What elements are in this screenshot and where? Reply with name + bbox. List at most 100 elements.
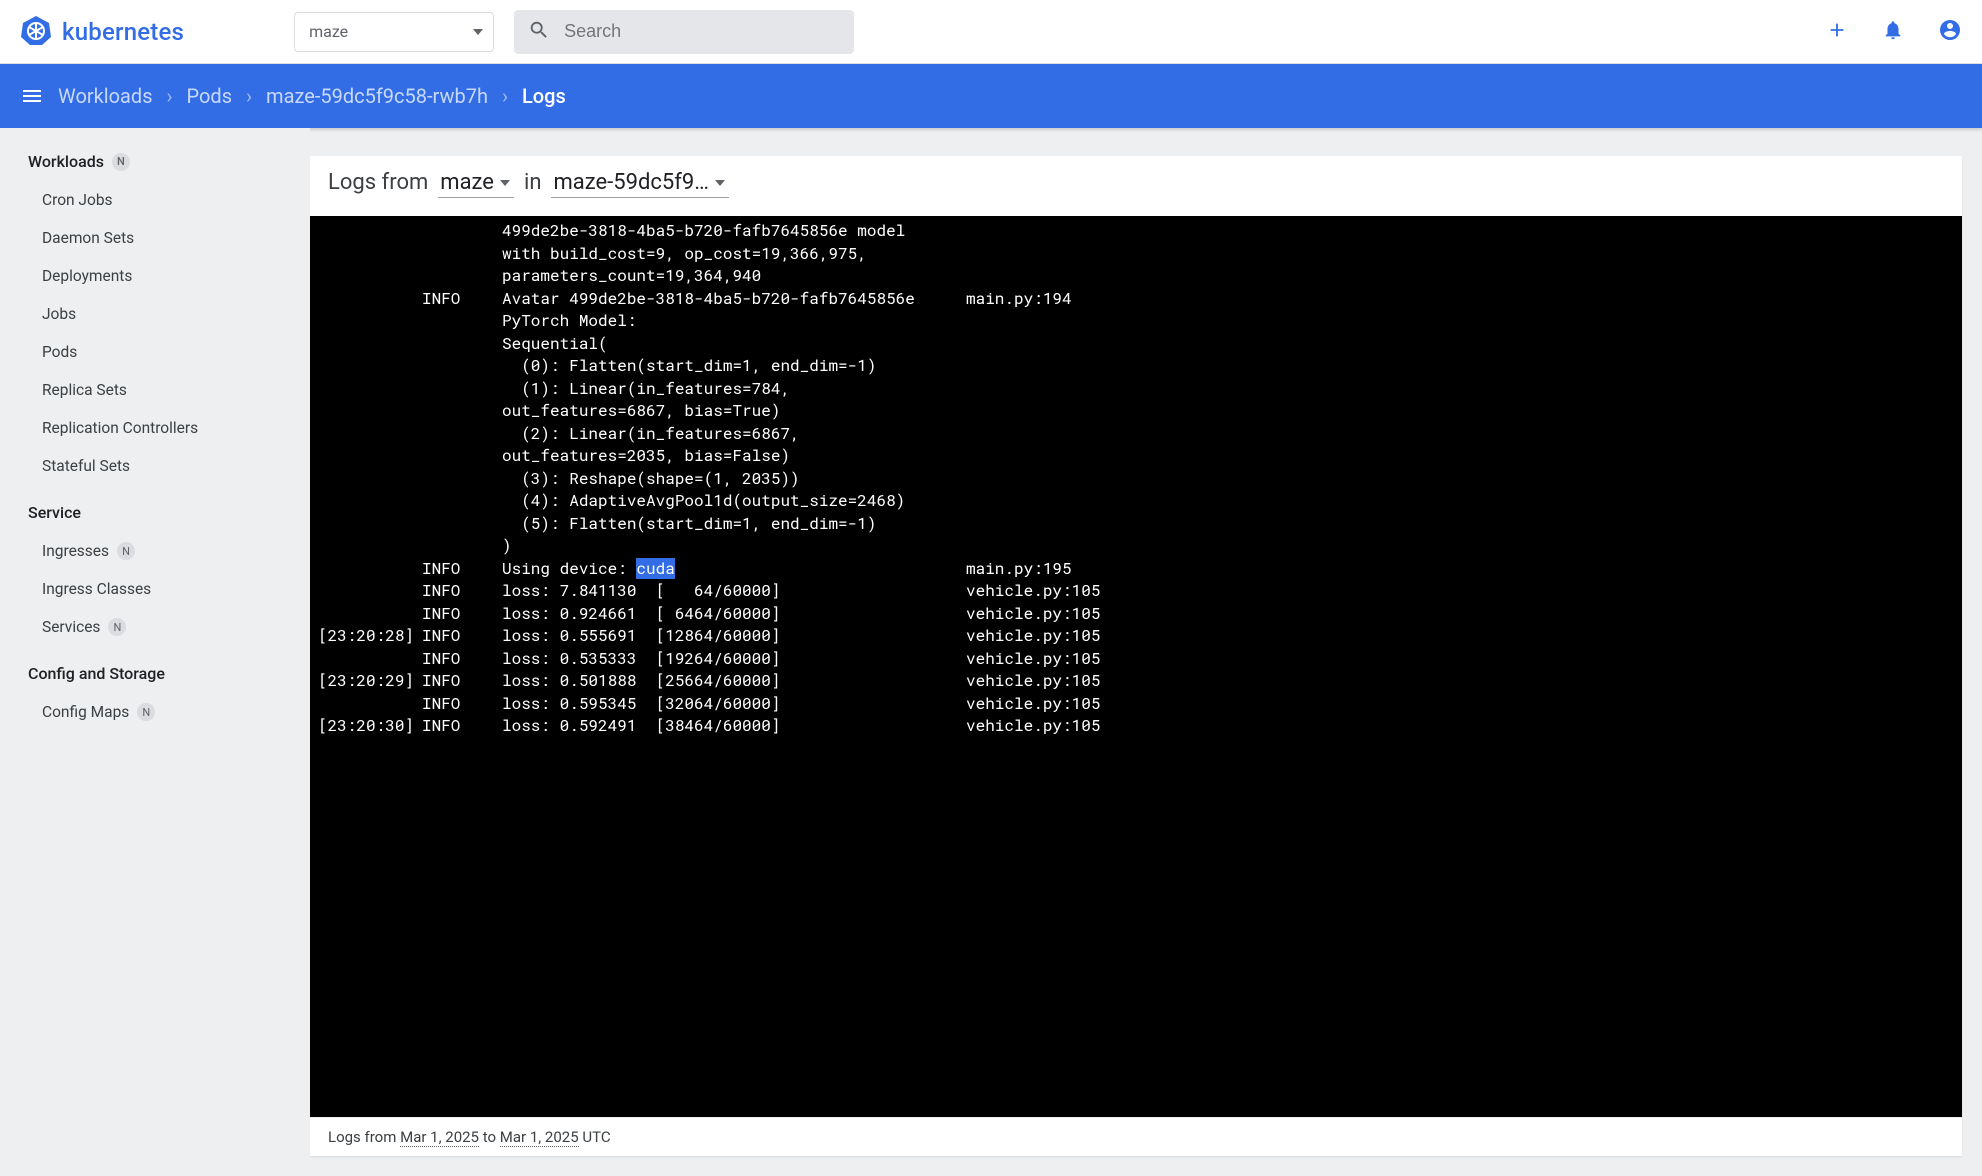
app-bar: kubernetes maze — [0, 0, 1982, 64]
logs-from-label: Logs from — [328, 170, 428, 195]
log-timestamp — [318, 220, 422, 288]
chevron-right-icon: › — [167, 84, 173, 108]
sidebar-item-label: Pods — [42, 343, 77, 361]
log-timestamp — [318, 648, 422, 671]
sidebar-section-title[interactable]: Workloads N — [28, 152, 294, 171]
log-level: INFO — [422, 603, 502, 626]
sidebar-section-title[interactable]: Service — [28, 503, 294, 522]
user-icon[interactable] — [1938, 18, 1962, 46]
crumb-1[interactable]: Pods — [187, 84, 233, 108]
sidebar-item[interactable]: Deployments — [28, 257, 294, 295]
hamburger-icon[interactable] — [20, 84, 44, 108]
log-source: main.py:194 — [946, 288, 1072, 558]
namespace-selected: maze — [309, 22, 348, 41]
sidebar-item-label: Daemon Sets — [42, 229, 134, 247]
log-source: vehicle.py:105 — [946, 580, 1100, 603]
log-level: INFO — [422, 693, 502, 716]
log-message: loss: 0.592491 [38464/60000] — [502, 715, 946, 738]
log-source: vehicle.py:105 — [946, 648, 1100, 671]
log-message: Avatar 499de2be-3818-4ba5-b720-fafb76458… — [502, 288, 946, 558]
log-row: INFOUsing device: cudamain.py:195 — [318, 558, 1954, 581]
logs-card: Logs from maze in maze-59dc5f9… 499de2be… — [310, 156, 1962, 1156]
log-source: main.py:195 — [946, 558, 1072, 581]
sidebar-item[interactable]: ServicesN — [28, 608, 294, 646]
sidebar-item[interactable]: Jobs — [28, 295, 294, 333]
log-message: loss: 0.595345 [32064/60000] — [502, 693, 946, 716]
sidebar-section-title[interactable]: Config and Storage — [28, 664, 294, 683]
sidebar-item[interactable]: Daemon Sets — [28, 219, 294, 257]
namespace-badge: N — [112, 153, 130, 171]
log-source: vehicle.py:105 — [946, 693, 1100, 716]
search-input[interactable] — [564, 21, 840, 42]
kubernetes-logo-icon — [20, 14, 52, 50]
sidebar-item[interactable]: Ingress Classes — [28, 570, 294, 608]
chevron-down-icon — [500, 180, 510, 186]
sidebar-item-label: Config Maps — [42, 703, 129, 721]
log-message: loss: 0.924661 [ 6464/60000] — [502, 603, 946, 626]
bell-icon[interactable] — [1882, 19, 1904, 45]
log-timestamp — [318, 693, 422, 716]
log-timestamp: [23:20:29] — [318, 670, 422, 693]
sidebar-item[interactable]: Replication Controllers — [28, 409, 294, 447]
log-timestamp — [318, 288, 422, 558]
log-message: loss: 7.841130 [ 64/60000] — [502, 580, 946, 603]
sidebar-item-label: Cron Jobs — [42, 191, 113, 209]
sidebar-item[interactable]: Stateful Sets — [28, 447, 294, 485]
logs-in-label: in — [524, 170, 542, 195]
footer-prefix: Logs from — [328, 1128, 400, 1146]
namespace-badge: N — [108, 618, 126, 636]
sidebar-item-label: Replication Controllers — [42, 419, 198, 437]
log-row: INFOloss: 0.595345 [32064/60000]vehicle.… — [318, 693, 1954, 716]
container-select[interactable]: maze — [438, 170, 514, 198]
sidebar-item-label: Replica Sets — [42, 381, 127, 399]
search-box[interactable] — [514, 10, 854, 54]
sidebar: Workloads N Cron Jobs Daemon Sets Deployment… — [0, 128, 310, 1176]
crumb-2[interactable]: maze-59dc5f9c58-rwb7h — [266, 84, 488, 108]
sidebar-item[interactable]: IngressesN — [28, 532, 294, 570]
log-row: INFOloss: 0.535333 [19264/60000]vehicle.… — [318, 648, 1954, 671]
log-row: INFOloss: 7.841130 [ 64/60000]vehicle.py… — [318, 580, 1954, 603]
brand: kubernetes — [20, 14, 184, 50]
log-row: 499de2be-3818-4ba5-b720-fafb7645856e mod… — [318, 220, 1954, 288]
namespace-select[interactable]: maze — [294, 12, 494, 52]
log-timestamp — [318, 580, 422, 603]
namespace-badge: N — [137, 703, 155, 721]
log-message: 499de2be-3818-4ba5-b720-fafb7645856e mod… — [502, 220, 946, 288]
sidebar-item[interactable]: Cron Jobs — [28, 181, 294, 219]
log-viewer[interactable]: 499de2be-3818-4ba5-b720-fafb7645856e mod… — [310, 216, 1962, 1117]
log-highlight: cuda — [636, 558, 674, 579]
sidebar-section-label: Workloads — [28, 152, 104, 171]
log-row: [23:20:29]INFOloss: 0.501888 [25664/6000… — [318, 670, 1954, 693]
chevron-down-icon — [473, 29, 483, 35]
sidebar-section-label: Service — [28, 503, 81, 522]
log-timestamp: [23:20:30] — [318, 715, 422, 738]
log-message: loss: 0.535333 [19264/60000] — [502, 648, 946, 671]
footer-from-date[interactable]: Mar 1, 2025 — [400, 1128, 479, 1147]
container-selected: maze — [440, 170, 494, 195]
log-level: INFO — [422, 648, 502, 671]
log-row: INFOAvatar 499de2be-3818-4ba5-b720-fafb7… — [318, 288, 1954, 558]
plus-icon[interactable] — [1826, 19, 1848, 45]
sidebar-item[interactable]: Pods — [28, 333, 294, 371]
crumb-0[interactable]: Workloads — [58, 84, 153, 108]
sidebar-item[interactable]: Config Maps N — [28, 693, 294, 731]
logs-footer: Logs from Mar 1, 2025 to Mar 1, 2025 UTC — [310, 1117, 1962, 1156]
log-timestamp: [23:20:28] — [318, 625, 422, 648]
log-message: Using device: cuda — [502, 558, 946, 581]
log-row: INFOloss: 0.924661 [ 6464/60000]vehicle.… — [318, 603, 1954, 626]
namespace-badge: N — [117, 542, 135, 560]
sidebar-item[interactable]: Replica Sets — [28, 371, 294, 409]
pod-select[interactable]: maze-59dc5f9… — [551, 170, 729, 198]
sidebar-item-label: Deployments — [42, 267, 132, 285]
appbar-actions — [1826, 18, 1962, 46]
log-timestamp — [318, 603, 422, 626]
log-source: vehicle.py:105 — [946, 603, 1100, 626]
footer-suffix: UTC — [579, 1128, 611, 1146]
log-source: vehicle.py:105 — [946, 670, 1100, 693]
brand-text: kubernetes — [62, 18, 184, 46]
footer-to-date[interactable]: Mar 1, 2025 — [500, 1128, 579, 1147]
log-row: [23:20:28]INFOloss: 0.555691 [12864/6000… — [318, 625, 1954, 648]
crumb-3: Logs — [522, 84, 566, 108]
logs-card-header: Logs from maze in maze-59dc5f9… — [310, 156, 1962, 216]
log-level: INFO — [422, 558, 502, 581]
